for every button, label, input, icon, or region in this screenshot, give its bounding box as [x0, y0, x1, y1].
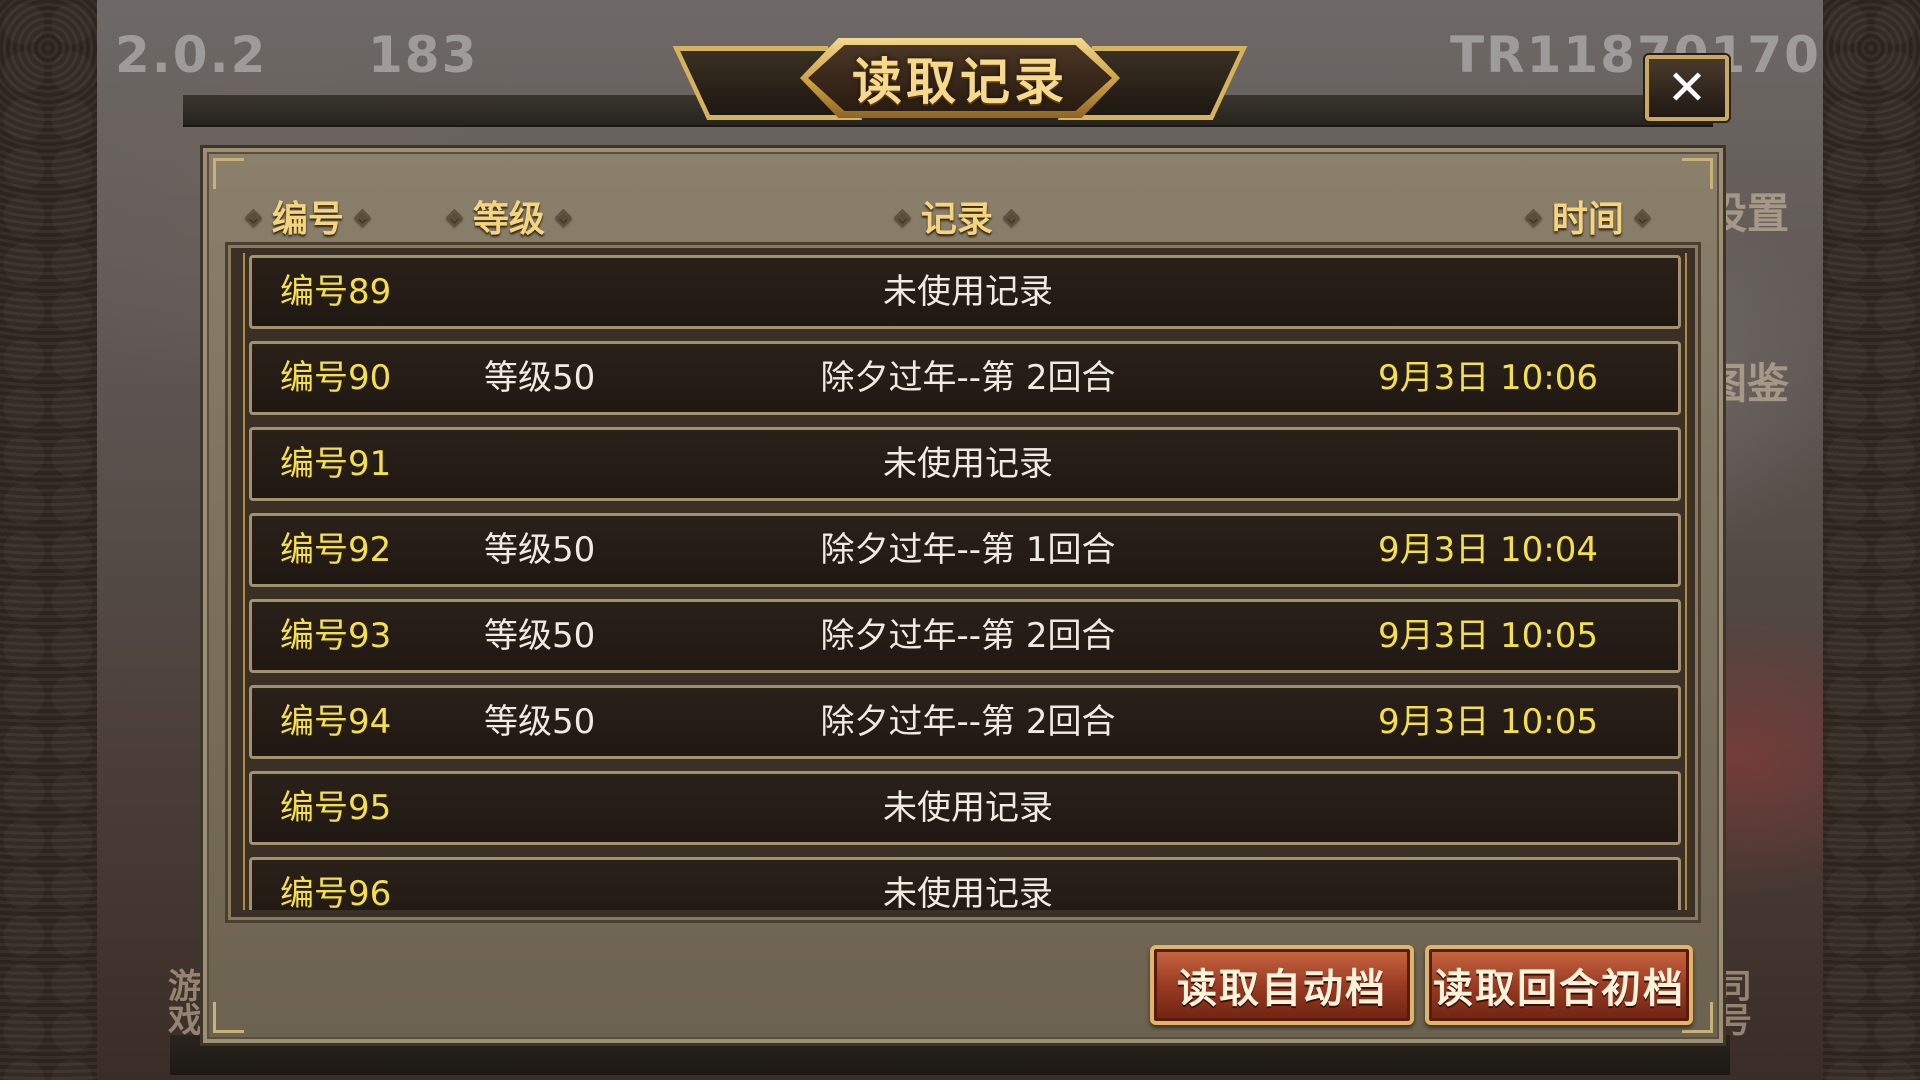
- header-ornament-icon: ◈: [894, 203, 911, 229]
- close-button[interactable]: ✕: [1645, 55, 1729, 121]
- header-ornament-icon: ◈: [554, 203, 572, 229]
- header-level-label: 等级: [472, 199, 545, 240]
- record-row[interactable]: 编号93 等级50 除夕过年--第 2回合 9月3日 10:05: [249, 599, 1681, 673]
- record-row[interactable]: 编号89 未使用记录: [249, 255, 1681, 329]
- record-row[interactable]: 编号92 等级50 除夕过年--第 1回合 9月3日 10:04: [249, 513, 1681, 587]
- header-record-label: 记录: [920, 199, 993, 240]
- header-record: ◈ 记录 ◈: [884, 190, 1030, 242]
- header-ornament-icon: ◈: [1002, 203, 1020, 229]
- right-border-pattern: [1823, 0, 1920, 1080]
- record-row[interactable]: 编号96 未使用记录: [249, 857, 1681, 910]
- header-time-label: 时间: [1551, 199, 1624, 240]
- corner-ornament: [213, 1002, 244, 1033]
- header-id: ◈ 编号 ◈: [235, 190, 381, 242]
- record-row[interactable]: 编号95 未使用记录: [249, 771, 1681, 845]
- record-time: 9月3日 10:05: [1377, 702, 1598, 742]
- header-ornament-icon: ◈: [1633, 203, 1651, 229]
- count-text: 183: [368, 26, 479, 84]
- record-time: 9月3日 10:04: [1377, 530, 1598, 570]
- header-ornament-icon: ◈: [353, 203, 371, 229]
- record-text: 未使用记录: [883, 272, 1053, 312]
- left-border-pattern: [0, 0, 97, 1080]
- record-row[interactable]: 编号90 等级50 除夕过年--第 2回合 9月3日 10:06: [249, 341, 1681, 415]
- dialog-title-plaque: 读取记录: [672, 38, 1248, 122]
- record-row[interactable]: 编号91 未使用记录: [249, 427, 1681, 501]
- record-time: 9月3日 10:06: [1377, 358, 1598, 398]
- header-ornament-icon: ◈: [245, 203, 262, 229]
- record-text: 未使用记录: [883, 788, 1053, 828]
- load-auto-save-label: 读取自动档: [1177, 966, 1387, 1012]
- title-plaque-inner: 读取记录: [808, 45, 1112, 111]
- load-auto-save-button[interactable]: 读取自动档: [1150, 945, 1414, 1025]
- header-id-label: 编号: [271, 199, 344, 240]
- record-text: 未使用记录: [883, 444, 1053, 484]
- header-time: ◈ 时间 ◈: [1515, 190, 1661, 242]
- close-icon: ✕: [1666, 60, 1708, 116]
- dialog-title: 读取记录: [852, 53, 1068, 111]
- record-list[interactable]: 编号89 未使用记录 编号90 等级50 除夕过年--第 2回合 9月3日 10…: [243, 253, 1687, 910]
- record-row[interactable]: 编号94 等级50 除夕过年--第 2回合 9月3日 10:05: [249, 685, 1681, 759]
- load-round-start-button[interactable]: 读取回合初档: [1425, 945, 1693, 1025]
- load-round-start-label: 读取回合初档: [1433, 966, 1685, 1012]
- record-time: 9月3日 10:05: [1377, 616, 1598, 656]
- player-id-text: TR11870170: [1450, 26, 1821, 84]
- header-ornament-icon: ◈: [1525, 203, 1542, 229]
- corner-ornament: [213, 158, 244, 189]
- version-text: 2.0.2: [115, 26, 268, 84]
- left-bottom-label: 游戏: [168, 967, 202, 1041]
- header-ornament-icon: ◈: [446, 203, 463, 229]
- header-level: ◈ 等级 ◈: [436, 190, 582, 242]
- corner-ornament: [1682, 158, 1713, 189]
- record-text: 未使用记录: [883, 874, 1053, 910]
- record-list-frame: 编号89 未使用记录 编号90 等级50 除夕过年--第 2回合 9月3日 10…: [225, 242, 1701, 923]
